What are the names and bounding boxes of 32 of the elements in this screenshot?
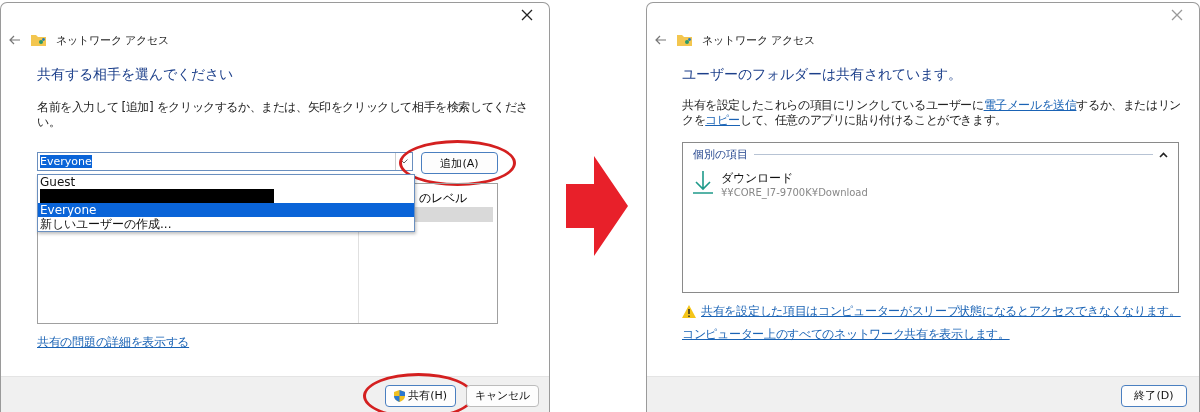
download-icon [693,170,713,194]
shared-folder-icon [31,34,46,46]
window-title: ネットワーク アクセス [702,32,816,48]
instruction-text: 名前を入力して [追加] をクリックするか、または、矢印をクリックして相手を検索してください。 [37,100,529,130]
close-icon[interactable] [521,9,533,21]
name-combo-box[interactable]: Everyone [37,152,413,171]
finish-button[interactable]: 終了(D) [1121,384,1187,407]
warning-link[interactable]: 共有を設定した項目はコンピューターがスリープ状態になるとアクセスできなくなります。 [701,303,1181,320]
item-path: ¥¥CORE_I7-9700K¥Download [721,187,868,198]
page-heading: 共有する相手を選んでください [37,66,234,84]
text-link[interactable]: 電子メールを送信 [983,98,1077,112]
add-button[interactable]: 追加(A) [421,152,498,174]
dropdown-item[interactable]: Guest [38,175,414,189]
warning-icon [682,305,696,318]
details-link[interactable]: 共有の問題の詳細を表示する [37,334,549,351]
dialog-button[interactable]: キャンセル [466,384,539,407]
item-name: ダウンロード [721,170,794,187]
right-arrow-icon [566,156,628,256]
text-link[interactable]: コピー [705,113,740,127]
dropdown-item[interactable]: Everyone [38,203,414,217]
all-shares-link[interactable]: コンピューター上のすべてのネットワーク共有を表示します。 [682,326,1199,343]
back-arrow-icon[interactable] [655,35,667,45]
column-header: のレベル [418,190,468,207]
dialog-button[interactable]: 共有(H) [385,384,456,407]
description-text: 共有を設定したこれらの項目にリンクしているユーザーに電子メールを送信するか、またはリンクをコピー して、任意のアプリに貼り付けることができます。 [682,98,1182,128]
collapse-caret-icon[interactable] [1159,151,1168,158]
shared-folder-icon [677,34,692,46]
dropdown-item[interactable]: 新しいユーザーの作成... [38,217,414,231]
window-title: ネットワーク アクセス [56,32,170,48]
back-arrow-icon[interactable] [9,35,21,45]
page-heading: ユーザーのフォルダーは共有されています。 [682,66,963,84]
group-title: 個別の項目 [693,147,748,162]
